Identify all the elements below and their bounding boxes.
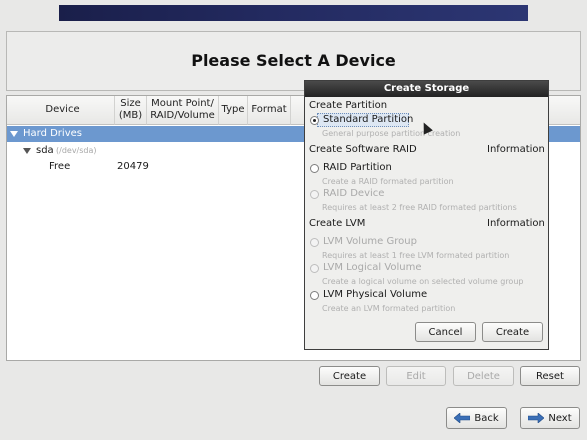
page-title: Please Select A Device — [191, 51, 396, 70]
column-format[interactable]: Format — [248, 96, 291, 125]
reset-button-label: Reset — [536, 370, 564, 382]
standard-partition-desc: General purpose partition creation — [322, 129, 461, 138]
dialog-cancel-label: Cancel — [428, 326, 463, 338]
standard-partition-label[interactable]: Standard Partition — [323, 114, 413, 125]
create-partition-heading: Create Partition — [309, 100, 388, 111]
create-button-label: Create — [332, 370, 367, 382]
raid-device-label[interactable]: RAID Device — [323, 188, 384, 199]
lvm-physical-volume-label[interactable]: LVM Physical Volume — [323, 289, 427, 300]
lvm-logical-volume-radio[interactable] — [310, 264, 319, 273]
raid-device-radio[interactable] — [310, 190, 319, 199]
arrow-left-icon — [454, 413, 471, 423]
column-mount-point-label: Mount Point/ RAID/Volume — [150, 98, 215, 121]
lvm-physical-volume-radio[interactable] — [310, 291, 319, 300]
dialog-title: Create Storage — [305, 81, 548, 97]
edit-button-label: Edit — [406, 370, 426, 382]
sda-label: sda — [36, 145, 54, 156]
delete-button-label: Delete — [467, 370, 500, 382]
next-button[interactable]: Next — [520, 407, 580, 429]
dialog-cancel-button[interactable]: Cancel — [415, 322, 476, 342]
lvm-logical-volume-label[interactable]: LVM Logical Volume — [323, 262, 422, 273]
lvm-volume-group-radio[interactable] — [310, 238, 319, 247]
installer-banner — [59, 5, 528, 21]
standard-partition-radio[interactable] — [310, 116, 319, 125]
expander-down-icon[interactable] — [10, 131, 18, 137]
free-label: Free — [49, 161, 71, 172]
column-mount-point[interactable]: Mount Point/ RAID/Volume — [147, 96, 219, 125]
column-type[interactable]: Type — [219, 96, 248, 125]
next-button-label: Next — [548, 412, 572, 424]
raid-device-desc: Requires at least 2 free RAID formated p… — [322, 203, 517, 212]
column-size[interactable]: Size (MB) — [115, 96, 147, 125]
back-button[interactable]: Back — [446, 407, 507, 429]
lvm-volume-group-label[interactable]: LVM Volume Group — [323, 236, 417, 247]
create-button[interactable]: Create — [319, 366, 380, 386]
raid-partition-label[interactable]: RAID Partition — [323, 162, 392, 173]
delete-button[interactable]: Delete — [453, 366, 514, 386]
hard-drives-label: Hard Drives — [23, 128, 82, 139]
dialog-create-label: Create — [495, 326, 530, 338]
back-button-label: Back — [474, 412, 499, 424]
edit-button[interactable]: Edit — [386, 366, 446, 386]
lvm-logical-volume-desc: Create a logical volume on selected volu… — [322, 277, 524, 286]
arrow-right-icon — [528, 413, 545, 423]
information-lvm-link[interactable]: Information — [487, 218, 545, 229]
free-size: 20479 — [117, 161, 149, 172]
create-lvm-heading: Create LVM — [309, 218, 366, 229]
lvm-volume-group-desc: Requires at least 1 free LVM formated pa… — [322, 251, 510, 260]
expander-down-icon[interactable] — [23, 148, 31, 154]
raid-partition-desc: Create a RAID formated partition — [322, 177, 454, 186]
column-device-label: Device — [45, 104, 80, 115]
create-software-raid-heading: Create Software RAID — [309, 144, 417, 155]
column-format-label: Format — [251, 104, 287, 115]
dialog-create-button[interactable]: Create — [482, 322, 543, 342]
raid-partition-radio[interactable] — [310, 164, 319, 173]
column-size-label: Size (MB) — [118, 98, 143, 121]
reset-button[interactable]: Reset — [520, 366, 580, 386]
information-raid-link[interactable]: Information — [487, 144, 545, 155]
column-device[interactable]: Device — [7, 96, 115, 125]
column-type-label: Type — [221, 104, 245, 115]
lvm-physical-volume-desc: Create an LVM formated partition — [322, 304, 456, 313]
sda-path: (/dev/sda) — [56, 146, 97, 155]
